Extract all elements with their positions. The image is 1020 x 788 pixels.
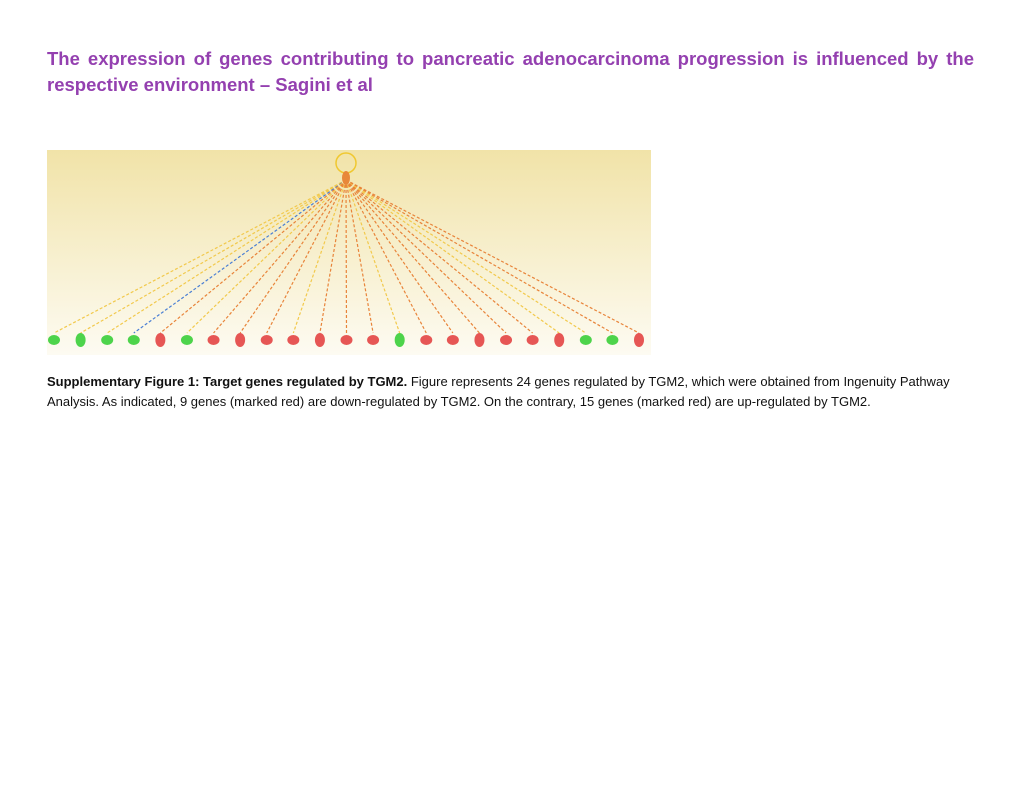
gene-node-down (446, 335, 459, 345)
gene-node-up (394, 333, 405, 347)
gene-node-down (554, 333, 565, 347)
gene-node-down (500, 335, 513, 345)
gene-node-down (314, 333, 325, 347)
gene-node-up (579, 335, 592, 345)
gene-node-up (75, 333, 86, 347)
gene-node-up (180, 335, 193, 345)
gene-node-down (155, 333, 166, 347)
gene-node-down (260, 335, 273, 345)
gene-node-down (340, 335, 353, 345)
gene-node-up (101, 335, 114, 345)
gene-node-down (207, 335, 220, 345)
gene-node-down (367, 335, 380, 345)
gene-node-down (420, 335, 433, 345)
gene-node-up (606, 335, 619, 345)
gene-node-up (48, 335, 60, 345)
page-title: The expression of genes contributing to … (47, 48, 974, 95)
figure-caption: Supplementary Figure 1: Target genes reg… (47, 372, 967, 412)
gene-node-down (235, 333, 246, 347)
gene-node-down (634, 333, 644, 347)
gene-node-down (526, 335, 539, 345)
gene-node-down (287, 335, 300, 345)
gene-node-up (127, 335, 140, 345)
hub-node-tgm2 (342, 171, 350, 185)
caption-label: Supplementary Figure 1: Target genes reg… (47, 374, 408, 389)
gene-node-down (474, 333, 485, 347)
regulation-edge (345, 179, 348, 334)
gene-network-figure (47, 150, 651, 355)
